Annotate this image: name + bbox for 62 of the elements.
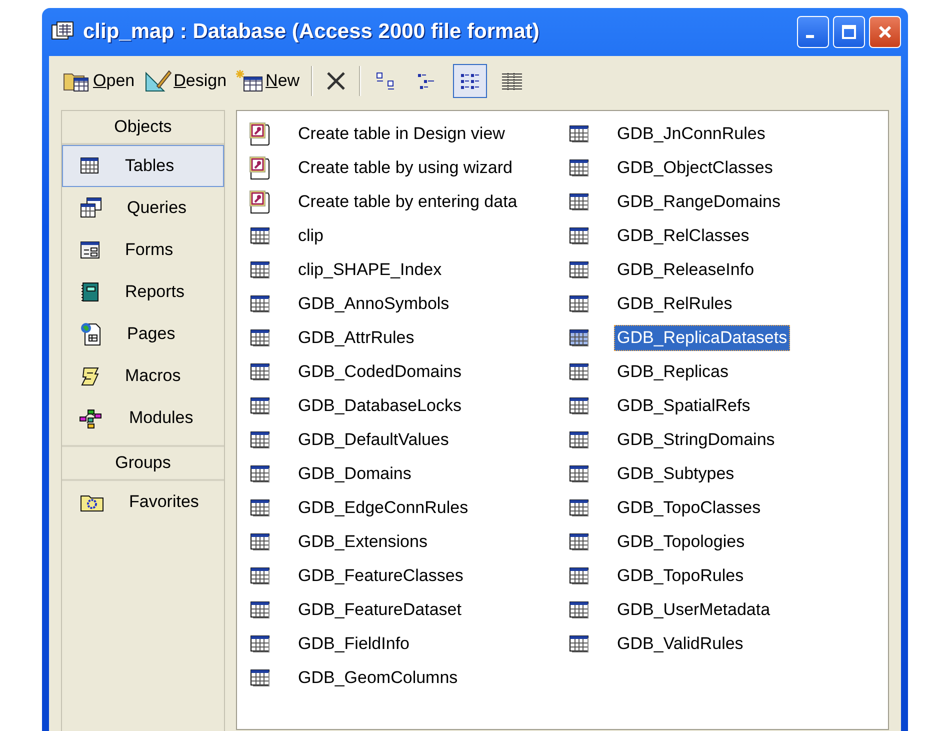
- new-table-icon: [234, 68, 265, 94]
- details-view-icon: [500, 71, 524, 91]
- object-list-item[interactable]: GDB_ValidRules: [566, 627, 866, 661]
- object-list-item[interactable]: GDB_AnnoSymbols: [247, 287, 566, 321]
- scroll-icon: [79, 365, 101, 387]
- list-view-button[interactable]: [452, 64, 487, 98]
- new-button[interactable]: New: [232, 65, 303, 97]
- object-list-item[interactable]: clip: [247, 219, 566, 253]
- report-icon: [79, 281, 101, 303]
- object-list-item[interactable]: GDB_TopoClasses: [566, 491, 866, 525]
- web-page-icon: [79, 321, 103, 347]
- object-list-item[interactable]: GDB_StringDomains: [566, 423, 866, 457]
- object-list-item[interactable]: GDB_TopoRules: [566, 559, 866, 593]
- design-button[interactable]: Design: [140, 65, 230, 97]
- sidebar-item[interactable]: Tables: [62, 145, 224, 187]
- object-list-item[interactable]: GDB_DefaultValues: [247, 423, 566, 457]
- object-list-item[interactable]: GDB_EdgeConnRules: [247, 491, 566, 525]
- object-list-item[interactable]: Create table by using wizard: [247, 151, 566, 185]
- minimize-icon: [806, 35, 814, 38]
- object-list-item[interactable]: GDB_Replicas: [566, 355, 866, 389]
- object-list-item[interactable]: GDB_Topologies: [566, 525, 866, 559]
- object-list-item[interactable]: GDB_JnConnRules: [566, 117, 866, 151]
- object-list-item[interactable]: GDB_AttrRules: [247, 321, 566, 355]
- close-button[interactable]: [869, 16, 901, 48]
- form-icon: [79, 240, 101, 260]
- object-list-item[interactable]: GDB_CodedDomains: [247, 355, 566, 389]
- minimize-button[interactable]: [797, 16, 829, 48]
- object-list-item[interactable]: GDB_Extensions: [247, 525, 566, 559]
- object-list-item[interactable]: GDB_GeomColumns: [247, 661, 566, 695]
- object-list-item[interactable]: GDB_SpatialRefs: [566, 389, 866, 423]
- sidebar-item[interactable]: Macros: [62, 355, 224, 397]
- object-list-item[interactable]: GDB_RelRules: [566, 287, 866, 321]
- object-list-item[interactable]: GDB_FeatureDataset: [247, 593, 566, 627]
- object-list-item[interactable]: GDB_DatabaseLocks: [247, 389, 566, 423]
- sidebar-item[interactable]: Favorites: [62, 481, 224, 523]
- ruler-pencil-icon: [142, 68, 173, 94]
- sidebar-item[interactable]: Modules: [62, 397, 224, 439]
- window-title: clip_map : Database (Access 2000 file format): [83, 20, 540, 44]
- object-list-item[interactable]: GDB_Subtypes: [566, 457, 866, 491]
- object-list-item[interactable]: GDB_RelClasses: [566, 219, 866, 253]
- sidebar-item[interactable]: Queries: [62, 187, 224, 229]
- maximize-icon: [841, 24, 857, 40]
- object-list-item[interactable]: GDB_ReleaseInfo: [566, 253, 866, 287]
- sidebar-item[interactable]: Forms: [62, 229, 224, 271]
- groups-header[interactable]: Groups: [62, 445, 224, 481]
- object-list-item[interactable]: clip_SHAPE_Index: [247, 253, 566, 287]
- object-list-item[interactable]: GDB_Domains: [247, 457, 566, 491]
- object-list-item[interactable]: GDB_ReplicaDatasets: [566, 321, 866, 355]
- table-icon: [79, 156, 101, 176]
- object-list-item[interactable]: GDB_ObjectClasses: [566, 151, 866, 185]
- object-list-item[interactable]: GDB_UserMetadata: [566, 593, 866, 627]
- close-icon: [877, 24, 893, 40]
- open-button[interactable]: Open: [59, 65, 138, 97]
- maximize-button[interactable]: [833, 16, 865, 48]
- object-list-item[interactable]: GDB_FieldInfo: [247, 627, 566, 661]
- sidebar-item[interactable]: Pages: [62, 313, 224, 355]
- object-list-item[interactable]: Create table in Design view: [247, 117, 566, 151]
- query-icon: [79, 197, 103, 219]
- object-list-item[interactable]: GDB_FeatureClasses: [247, 559, 566, 593]
- object-list-item[interactable]: Create table by entering data: [247, 185, 566, 219]
- object-list-item[interactable]: GDB_RangeDomains: [566, 185, 866, 219]
- sidebar-item[interactable]: Reports: [62, 271, 224, 313]
